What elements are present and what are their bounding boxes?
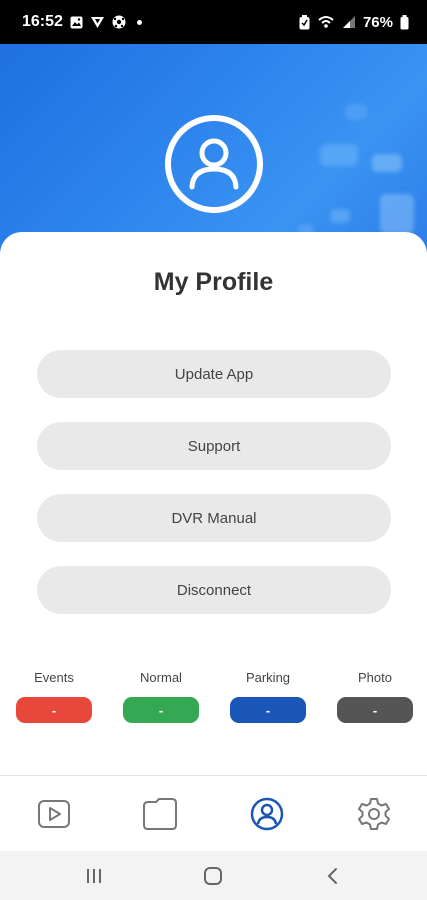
back-button[interactable] [321, 865, 345, 887]
vpn-icon [90, 16, 105, 29]
home-button[interactable] [201, 865, 225, 887]
battery-percentage: 76% [362, 13, 393, 31]
dvr-manual-button[interactable]: DVR Manual [37, 494, 391, 542]
back-icon [327, 868, 337, 884]
signal-icon [342, 15, 356, 29]
photo-count-badge: - [337, 697, 413, 723]
recent-apps-icon [87, 869, 101, 883]
battery-saver-icon [299, 14, 310, 30]
support-button[interactable]: Support [37, 422, 391, 470]
wifi-calling-icon [317, 15, 335, 30]
page-title: My Profile [153, 268, 274, 296]
legend-label-normal: Normal [140, 670, 182, 685]
nav-settings[interactable] [354, 794, 394, 834]
user-profile-icon [189, 138, 239, 190]
update-app-button[interactable]: Update App [37, 350, 391, 398]
recent-apps-button[interactable] [82, 865, 106, 887]
bottom-nav [0, 775, 427, 851]
nav-files[interactable] [140, 794, 180, 834]
status-left: 16:52 [22, 13, 142, 31]
nav-profile[interactable] [247, 794, 287, 834]
nav-videos[interactable] [34, 794, 74, 834]
parking-count-badge: - [230, 697, 306, 723]
gallery-icon [70, 16, 83, 29]
notification-dot-icon [136, 19, 142, 25]
settings-gear-icon [358, 798, 390, 830]
disconnect-button[interactable]: Disconnect [37, 566, 391, 614]
events-count-badge: - [16, 697, 92, 723]
video-play-icon [38, 800, 70, 828]
folder-icon [143, 798, 177, 830]
profile-icon [250, 797, 284, 831]
status-right: 76% [299, 14, 409, 31]
legend-label-parking: Parking [245, 670, 291, 685]
home-icon [204, 867, 222, 885]
system-nav-bar [0, 851, 427, 900]
avatar [165, 115, 263, 213]
soccer-icon [112, 15, 126, 29]
battery-icon [400, 14, 409, 30]
status-bar: 16:52 76% [0, 0, 427, 44]
normal-count-badge: - [123, 697, 199, 723]
legend-label-photo: Photo [358, 670, 392, 685]
status-time: 16:52 [22, 13, 63, 30]
legend-label-events: Events [34, 670, 74, 685]
